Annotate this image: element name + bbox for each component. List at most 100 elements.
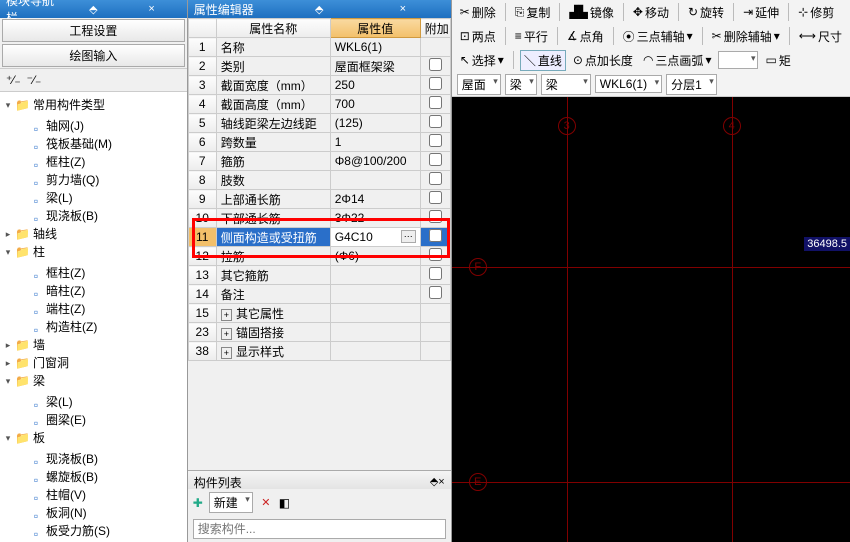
col-name[interactable]: 属性名称 [216, 19, 330, 38]
tree-folder-label[interactable]: 柱 [33, 243, 45, 261]
tree-item-label[interactable]: 现浇板(B) [46, 450, 98, 468]
table-row[interactable]: 9上部通长筋2Φ14 [188, 190, 450, 209]
prop-value[interactable] [330, 342, 420, 361]
tree-item-label[interactable]: 暗柱(Z) [46, 282, 85, 300]
prop-value[interactable]: 1 [330, 133, 420, 152]
tree-node[interactable]: ▸📁门窗洞 [4, 354, 185, 372]
extend-button[interactable]: ⇥ 延伸 [740, 3, 782, 22]
pin-icon[interactable]: ⬘ [277, 3, 361, 16]
prop-value[interactable] [330, 304, 420, 323]
table-row[interactable]: 23+锚固搭接 [188, 323, 450, 342]
expand-icon[interactable]: + [221, 309, 232, 321]
col-add[interactable]: 附加 [420, 19, 450, 38]
prop-value[interactable]: Φ8@100/200 [330, 152, 420, 171]
search-input[interactable] [193, 519, 446, 539]
tree-node[interactable]: ▸📁轴线 [4, 225, 185, 243]
tree-node[interactable]: ▫框柱(Z) [18, 264, 185, 282]
prop-value[interactable]: (Φ6) [330, 247, 420, 266]
close-icon[interactable]: × [438, 476, 444, 488]
prop-value[interactable] [330, 285, 420, 304]
arrow-icon[interactable]: ▾ [4, 429, 12, 447]
table-row[interactable]: 7箍筋Φ8@100/200 [188, 152, 450, 171]
add-checkbox[interactable] [429, 248, 442, 261]
add-checkbox[interactable] [429, 96, 442, 109]
tree-item-label[interactable]: 螺旋板(B) [46, 468, 98, 486]
table-row[interactable]: 6跨数量1 [188, 133, 450, 152]
add-checkbox[interactable] [429, 286, 442, 299]
table-row[interactable]: 5轴线距梁左边线距(125) [188, 114, 450, 133]
delete-button[interactable]: ✂ 删除 [457, 3, 499, 22]
prop-value[interactable]: 2Φ14 [330, 190, 420, 209]
table-row[interactable]: 10下部通长筋3Φ22 [188, 209, 450, 228]
category-combo[interactable]: 梁 [505, 74, 537, 95]
expand-icon[interactable]: ⁺⁄₋ [6, 73, 21, 87]
arrow-icon[interactable]: ▸ [4, 225, 12, 243]
new-button[interactable]: 新建 [209, 492, 253, 513]
tree-node[interactable]: ▫轴网(J) [18, 117, 185, 135]
tree-item-label[interactable]: 板受力筋(S) [46, 522, 110, 540]
tree-node[interactable]: ▫梁(L) [18, 393, 185, 411]
tree-node[interactable]: ▫圈梁(E) [18, 411, 185, 429]
arrow-icon[interactable]: ▾ [4, 243, 12, 261]
parallel-button[interactable]: ≡ 平行 [512, 27, 551, 46]
dim-button[interactable]: ⟷ 尺寸 [796, 27, 845, 46]
new-icon[interactable]: ✚ [193, 496, 203, 510]
table-row[interactable]: 4截面高度（mm）700 [188, 95, 450, 114]
tree-item-label[interactable]: 轴网(J) [46, 117, 84, 135]
tree-node[interactable]: ▸📁墙 [4, 336, 185, 354]
table-row[interactable]: 14备注 [188, 285, 450, 304]
tree-node[interactable]: ▫现浇板(B) [18, 450, 185, 468]
tree-node[interactable]: ▫螺旋板(B) [18, 468, 185, 486]
tree-item-label[interactable]: 框柱(Z) [46, 264, 85, 282]
two-point-button[interactable]: ⊡ 两点 [457, 27, 499, 46]
rect-button[interactable]: ▭ 矩 [762, 51, 793, 70]
prop-value[interactable]: 3Φ22 [330, 209, 420, 228]
arrow-icon[interactable]: ▾ [4, 96, 12, 114]
arc3-button[interactable]: ◠ 三点画弧 ▾ [640, 51, 715, 70]
tree-item-label[interactable]: 现浇板(B) [46, 207, 98, 225]
layer-combo[interactable]: 屋面 [457, 74, 501, 95]
close-icon[interactable]: × [361, 3, 445, 15]
arrow-icon[interactable]: ▾ [4, 372, 12, 390]
table-row[interactable]: 15+其它属性 [188, 304, 450, 323]
ellipsis-button[interactable]: ⋯ [401, 230, 416, 243]
line-button[interactable]: ＼ 直线 [520, 50, 566, 71]
tree-node[interactable]: ▫筏板基础(M) [18, 135, 185, 153]
cad-viewport[interactable]: 3 4 F E 36498.5 [452, 97, 850, 542]
tree-folder-label[interactable]: 板 [33, 429, 45, 447]
point-angle-button[interactable]: ∡ 点角 [564, 27, 607, 46]
prop-value[interactable]: G4C10⋯ [330, 228, 420, 247]
sublayer-combo[interactable]: 分层1 [666, 74, 717, 95]
tree-node[interactable]: ▾📁柱▫框柱(Z)▫暗柱(Z)▫端柱(Z)▫构造柱(Z) [4, 243, 185, 336]
table-row[interactable]: 38+显示样式 [188, 342, 450, 361]
prop-value[interactable]: (125) [330, 114, 420, 133]
table-row[interactable]: 12拉筋(Φ6) [188, 247, 450, 266]
tree-node[interactable]: ▫板洞(N) [18, 504, 185, 522]
prop-value[interactable]: WKL6(1) [330, 38, 420, 57]
nav-icon[interactable]: ◧ [279, 496, 290, 510]
table-row[interactable]: 8肢数 [188, 171, 450, 190]
add-checkbox[interactable] [429, 77, 442, 90]
close-icon[interactable]: × [122, 3, 180, 15]
add-checkbox[interactable] [429, 115, 442, 128]
tree-node[interactable]: ▫板受力筋(S) [18, 522, 185, 540]
tree-item-label[interactable]: 筏板基础(M) [46, 135, 112, 153]
tree-item-label[interactable]: 端柱(Z) [46, 300, 85, 318]
table-row[interactable]: 1名称WKL6(1) [188, 38, 450, 57]
draw-input-button[interactable]: 绘图输入 [2, 44, 185, 67]
point-len-button[interactable]: ⊙ 点加长度 [570, 51, 636, 70]
proj-settings-button[interactable]: 工程设置 [2, 19, 185, 42]
del-aux-button[interactable]: ✂ 删除辅轴 ▾ [709, 27, 783, 46]
tree-item-label[interactable]: 板洞(N) [46, 504, 87, 522]
tree-folder-label[interactable]: 门窗洞 [33, 354, 69, 372]
tree-node[interactable]: ▫构造柱(Z) [18, 318, 185, 336]
add-checkbox[interactable] [429, 267, 442, 280]
tree-item-label[interactable]: 构造柱(Z) [46, 318, 97, 336]
tree-folder-label[interactable]: 梁 [33, 372, 45, 390]
tree-folder-label[interactable]: 墙 [33, 336, 45, 354]
select-button[interactable]: ↖ 选择 ▾ [457, 51, 507, 70]
table-row[interactable]: 3截面宽度（mm）250 [188, 76, 450, 95]
expand-icon[interactable]: + [221, 347, 232, 359]
tree-item-label[interactable]: 框柱(Z) [46, 153, 85, 171]
table-row[interactable]: 11侧面构造或受扭筋G4C10⋯ [188, 228, 450, 247]
